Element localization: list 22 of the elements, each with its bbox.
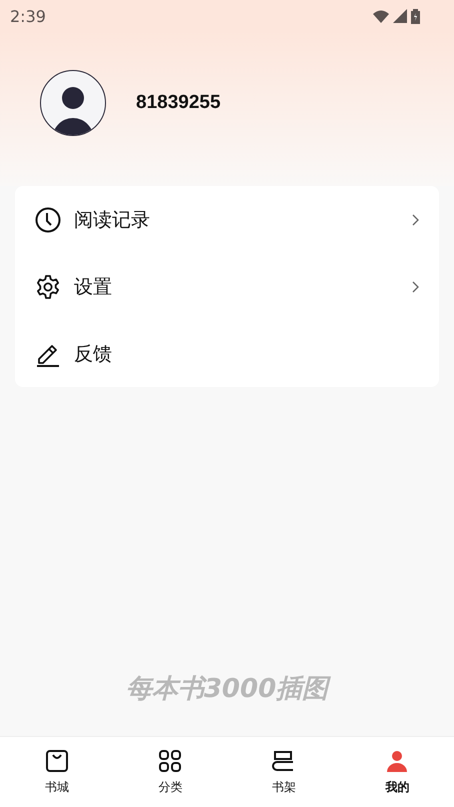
battery-icon <box>411 8 420 24</box>
clock-icon <box>35 206 61 232</box>
grid-icon <box>158 748 182 772</box>
menu-item[interactable]: 设置 <box>15 253 439 320</box>
bag-icon <box>44 748 69 772</box>
wifi-icon <box>373 10 389 22</box>
books-icon <box>272 748 296 772</box>
chevron-icon <box>412 214 419 226</box>
person-icon <box>385 748 410 772</box>
username: 81839255 <box>136 92 221 114</box>
nav-tab[interactable]: 书城 <box>0 737 114 807</box>
nav-tab[interactable]: 书架 <box>227 737 340 807</box>
menu-item[interactable]: 反馈 <box>15 320 439 387</box>
avatar[interactable] <box>40 70 106 136</box>
slogan: 每本书3000插图 <box>126 671 328 706</box>
status-time: 2:39 <box>10 6 46 26</box>
nav-tab[interactable]: 分类 <box>114 737 227 807</box>
settings-icon <box>35 274 61 300</box>
nav-tab[interactable]: 我的 <box>340 737 454 807</box>
chevron-icon <box>412 280 419 292</box>
menu-item[interactable]: 阅读记录 <box>15 186 439 253</box>
signal-icon <box>393 9 407 23</box>
